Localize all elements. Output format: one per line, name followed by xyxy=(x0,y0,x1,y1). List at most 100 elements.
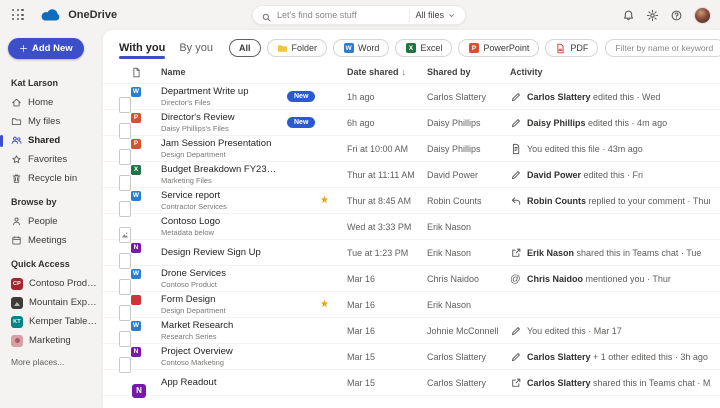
user-avatar[interactable] xyxy=(694,7,711,24)
sort-descending-icon: ↓ xyxy=(402,67,406,77)
filter-pill-word[interactable]: WWord xyxy=(333,39,389,57)
app-color-block: W xyxy=(131,269,141,279)
table-row[interactable] xyxy=(103,395,720,408)
notifications-icon[interactable] xyxy=(622,9,635,22)
name-cell: Budget Breakdown FY23Q2Marketing Files xyxy=(161,164,347,185)
shared-by: Carlos Slattery xyxy=(427,92,510,102)
table-row[interactable]: WService reportContractor Services★Thur … xyxy=(103,187,720,213)
table-row[interactable]: Form DesignDesign Department ★ Mar 16Erik … xyxy=(103,291,720,317)
shared-by: Daisy Phillips xyxy=(427,144,510,154)
table-row[interactable]: PJam Session PresentationDesign Departme… xyxy=(103,135,720,161)
table-row[interactable]: PDirector's ReviewDaisy Phillips's Files… xyxy=(103,109,720,135)
name-cell: Service reportContractor Services★ xyxy=(161,190,347,211)
sidebar-item-home[interactable]: Home xyxy=(8,93,97,112)
search-bar[interactable]: All files xyxy=(252,5,466,25)
edit-icon xyxy=(510,325,522,337)
filter-input[interactable] xyxy=(605,39,720,57)
column-header-activity[interactable]: Activity xyxy=(510,67,710,77)
activity-actor: David Power xyxy=(527,170,581,180)
activity-cell: You edited this · Mar 17 xyxy=(510,325,710,337)
help-icon[interactable] xyxy=(670,9,683,22)
activity-text: Chris Naidoo mentioned you · Thur xyxy=(527,274,671,284)
table-row[interactable]: XBudget Breakdown FY23Q2Marketing FilesT… xyxy=(103,161,720,187)
filter-pill-folder[interactable]: Folder xyxy=(267,39,328,57)
app-launcher-icon[interactable] xyxy=(12,9,24,21)
column-header-shared-by[interactable]: Shared by xyxy=(427,67,510,77)
filter-pill-excel[interactable]: X Excel xyxy=(395,39,452,57)
date-shared: Mar 16 xyxy=(347,300,427,310)
date-shared: Thur at 8:45 AM xyxy=(347,196,427,206)
shared-by: Carlos Slattery xyxy=(427,352,510,362)
file-location: Director's Files xyxy=(161,98,279,107)
app-color-block: X xyxy=(131,165,141,175)
column-header-date-shared[interactable]: Date shared↓ xyxy=(347,67,427,77)
activity-cell: @Chris Naidoo mentioned you · Thur xyxy=(510,273,710,285)
file-name: Budget Breakdown FY23Q2 xyxy=(161,164,279,175)
activity-cell: Carlos Slattery + 1 other edited this · … xyxy=(510,351,710,363)
folder-filter-icon xyxy=(277,43,288,54)
column-header-name[interactable]: Name xyxy=(161,67,347,77)
date-shared: Mar 15 xyxy=(347,378,427,388)
settings-icon[interactable] xyxy=(646,9,659,22)
sidebar-item-meetings[interactable]: Meetings xyxy=(8,231,97,250)
sidebar-item-my-files[interactable]: My files xyxy=(8,112,97,131)
more-places-link[interactable]: More places... xyxy=(11,357,97,367)
table-row[interactable]: NProject OverviewContoso MarketingMar 15… xyxy=(103,343,720,369)
name-cell: Director's ReviewDaisy Phillips's FilesN… xyxy=(161,112,347,133)
table-row[interactable]: NApp ReadoutMar 15Carlos SlatteryCarlos … xyxy=(103,369,720,395)
table-row[interactable]: WDrone ServicesContoso ProductMar 16Chri… xyxy=(103,265,720,291)
file-location: Design Department xyxy=(161,306,279,315)
name-cell: Market ResearchResearch Series xyxy=(161,320,347,341)
table-row[interactable]: NDesign Review Sign UpTue at 1:23 PMErik… xyxy=(103,239,720,265)
page-shape xyxy=(119,149,131,165)
tab-with-you[interactable]: With you xyxy=(119,42,165,59)
filter-pill-powerpoint[interactable]: PPowerPoint xyxy=(458,39,539,57)
search-scope-dropdown[interactable]: All files xyxy=(409,9,461,22)
favorite-star-icon[interactable]: ★ xyxy=(320,300,329,310)
sidebar-item-people[interactable]: People xyxy=(8,212,97,231)
file-name: Market Research xyxy=(161,320,279,331)
chevron-down-icon xyxy=(447,11,456,20)
page-shape xyxy=(119,201,131,217)
excel-app-icon: X xyxy=(406,43,416,53)
sidebar-item-favorites[interactable]: Favorites xyxy=(8,150,97,169)
shared-by: Robin Counts xyxy=(427,196,510,206)
favorite-star-icon[interactable]: ★ xyxy=(320,196,329,206)
onedrive-logo[interactable]: OneDrive xyxy=(40,8,117,22)
table-row[interactable]: Contoso LogoMetadata belowWed at 3:33 PM… xyxy=(103,213,720,239)
add-new-button[interactable]: Add New xyxy=(8,38,84,59)
quick-access-item[interactable]: Marketing xyxy=(8,331,97,350)
site-tile-icon: KT xyxy=(11,316,23,328)
tab-by-you[interactable]: By you xyxy=(179,42,213,59)
filter-pill-all[interactable]: All xyxy=(229,39,261,57)
shared-by: David Power xyxy=(427,170,510,180)
table-row[interactable]: WDepartment Write upDirector's FilesNew1… xyxy=(103,83,720,109)
people-icon xyxy=(11,135,22,146)
excel-filter-icon: X xyxy=(405,43,416,54)
quick-access-item[interactable]: KTKemper Table Team xyxy=(8,312,97,331)
filter-pill-label: Excel xyxy=(420,43,442,53)
onenote-tile: N xyxy=(132,384,146,398)
table-row[interactable]: WMarket ResearchResearch SeriesMar 16Joh… xyxy=(103,317,720,343)
word-app-icon: W xyxy=(344,43,354,53)
quick-access-item[interactable]: CPContoso Product xyxy=(8,274,97,293)
home-icon xyxy=(11,97,22,108)
activity-actor: Erik Nason xyxy=(527,248,574,258)
word-filter-icon: W xyxy=(343,43,354,54)
shared-by: Erik Nason xyxy=(427,300,510,310)
name-cell: Jam Session PresentationDesign Departmen… xyxy=(161,138,347,159)
edit-icon xyxy=(510,351,522,363)
sidebar-item-shared[interactable]: Shared xyxy=(8,131,97,150)
quick-access-item[interactable]: Mountain Expansion... xyxy=(8,293,97,312)
date-shared: Tue at 1:23 PM xyxy=(347,248,427,258)
app-title: OneDrive xyxy=(68,9,117,21)
onedrive-cloud-icon xyxy=(40,8,62,22)
file-name: Form Design xyxy=(161,294,279,305)
new-badge: New xyxy=(287,117,315,128)
top-header: OneDrive All files xyxy=(0,0,720,30)
shared-by: Erik Nason xyxy=(427,248,510,258)
filter-pill-pdf[interactable]: PDF xyxy=(545,39,598,57)
search-input[interactable] xyxy=(277,10,404,20)
sidebar-item-recycle-bin[interactable]: Recycle bin xyxy=(8,169,97,188)
calendar-icon xyxy=(11,235,22,246)
